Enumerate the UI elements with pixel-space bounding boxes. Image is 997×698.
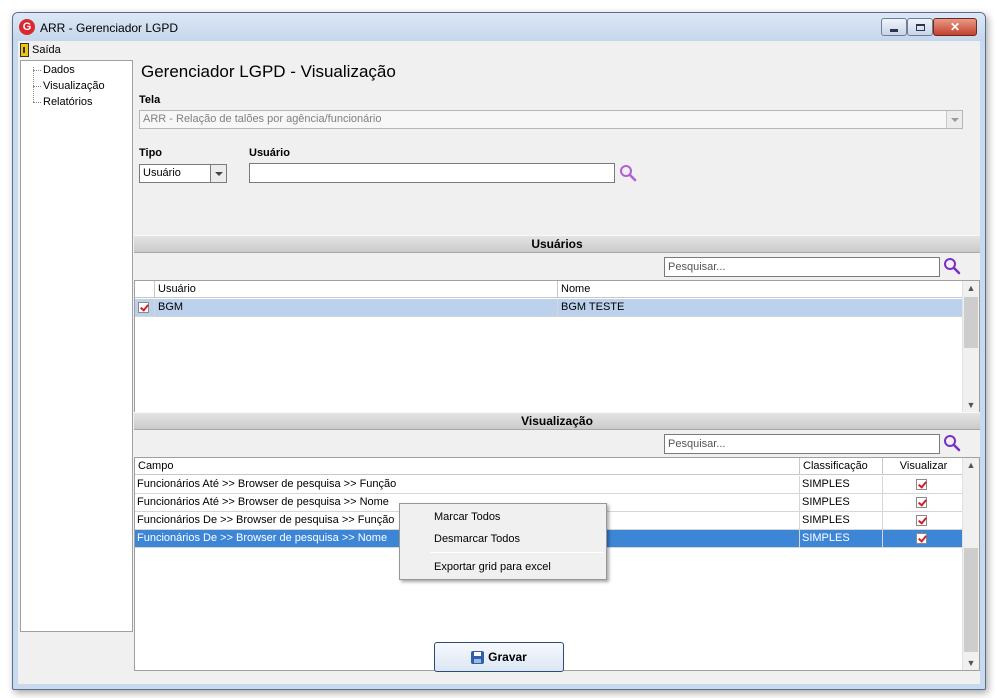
search-icon[interactable] [943,434,961,452]
menu-item-desmarcar-todos[interactable]: Desmarcar Todos [434,533,520,545]
visualizacao-search-input[interactable]: Pesquisar... [664,434,940,454]
tree-connector [33,70,41,71]
tela-select-value: ARR - Relação de talões por agência/func… [143,113,382,125]
menu-item-marcar-todos[interactable]: Marcar Todos [434,511,500,523]
navigation-tree: Dados Visualização Relatórios [20,60,133,632]
search-icon[interactable] [619,164,637,182]
scrollbar-thumb[interactable] [964,548,978,652]
visualizar-checkbox[interactable] [916,479,927,490]
tree-item-visualizacao[interactable]: Visualização [43,80,105,92]
tipo-select[interactable]: Usuário [139,164,227,183]
cell-classificacao: SIMPLES [800,512,883,529]
close-icon: ✕ [949,20,961,34]
visualizar-checkbox[interactable] [916,533,927,544]
vertical-scrollbar[interactable]: ▲ ▼ [962,281,979,412]
tree-connector [33,102,41,103]
usuarios-grid-header: Usuário Nome [135,281,964,298]
app-window: G ARR - Gerenciador LGPD ✕ Saída Dados V… [12,12,986,690]
column-header-classificacao[interactable]: Classificação [800,458,883,475]
search-icon[interactable] [943,257,961,275]
usuarios-section-header: Usuários [134,235,980,253]
gravar-button-label: Gravar [488,650,527,664]
tree-item-relatorios[interactable]: Relatórios [43,96,93,108]
column-header-visualizar[interactable]: Visualizar [883,458,964,475]
scroll-down-icon[interactable]: ▼ [963,656,979,670]
usuario-label: Usuário [249,147,290,159]
menu-item-exportar-excel[interactable]: Exportar grid para excel [434,561,551,573]
floppy-disk-icon [471,650,485,664]
cell-campo: Funcionários Até >> Browser de pesquisa … [135,476,800,493]
tree-connector [33,67,34,102]
menu-bar: Saída [18,41,980,59]
cell-visualizar [883,476,964,493]
context-menu: Marcar Todos Desmarcar Todos Exportar gr… [399,503,607,580]
tela-select[interactable]: ARR - Relação de talões por agência/func… [139,110,963,129]
cell-visualizar [883,530,964,547]
page-title: Gerenciador LGPD - Visualização [141,62,396,81]
chevron-down-icon[interactable] [210,165,226,182]
cell-classificacao: SIMPLES [800,494,883,511]
cell-visualizar [883,494,964,511]
cell-usuario: BGM [155,299,558,316]
cell-classificacao: SIMPLES [800,530,883,547]
visualizar-checkbox[interactable] [916,515,927,526]
checkbox[interactable] [138,302,149,313]
close-button[interactable]: ✕ [933,18,977,36]
visualizacao-section-header: Visualização [134,412,980,430]
app-logo-icon: G [19,19,35,35]
title-bar[interactable]: G ARR - Gerenciador LGPD ✕ [13,13,985,41]
tela-label: Tela [139,94,161,106]
scroll-down-icon[interactable]: ▼ [963,398,979,412]
minimize-button[interactable] [881,18,907,36]
cell-visualizar [883,512,964,529]
visualizar-checkbox[interactable] [916,497,927,508]
maximize-icon [915,23,925,31]
menu-saida-label: Saída [32,44,61,56]
column-header-campo[interactable]: Campo [135,458,800,475]
cell-nome: BGM TESTE [561,301,625,313]
row-check-cell[interactable] [135,299,155,316]
menu-saida[interactable]: Saída [20,42,61,58]
header-check-cell [135,281,155,298]
cell-classificacao: SIMPLES [800,476,883,493]
column-header-nome[interactable]: Nome [558,281,964,298]
tree-item-dados[interactable]: Dados [43,64,75,76]
maximize-button[interactable] [907,18,933,36]
table-row[interactable]: Funcionários Até >> Browser de pesquisa … [135,476,964,494]
usuario-input[interactable] [249,163,615,183]
client-area: Saída Dados Visualização Relatórios Gere… [18,41,980,684]
scroll-up-icon[interactable]: ▲ [963,281,979,295]
tipo-select-value: Usuário [143,167,181,179]
chevron-down-icon[interactable] [946,111,962,128]
exit-door-icon [20,43,29,57]
usuarios-grid: Usuário Nome BGM BGM TESTE ▲ ▼ [134,280,980,413]
menu-separator [430,552,604,553]
gravar-button[interactable]: Gravar [434,642,564,672]
scrollbar-thumb[interactable] [964,297,978,348]
column-header-usuario[interactable]: Usuário [155,281,558,298]
table-row[interactable]: BGM BGM TESTE [135,299,964,317]
vertical-scrollbar[interactable]: ▲ ▼ [962,458,979,670]
visualizacao-grid-header: Campo Classificação Visualizar [135,458,964,475]
tree-connector [33,86,41,87]
scroll-up-icon[interactable]: ▲ [963,458,979,472]
minimize-icon [890,28,898,32]
window-title: ARR - Gerenciador LGPD [40,21,179,35]
tipo-label: Tipo [139,147,163,159]
usuarios-search-input[interactable]: Pesquisar... [664,257,940,277]
